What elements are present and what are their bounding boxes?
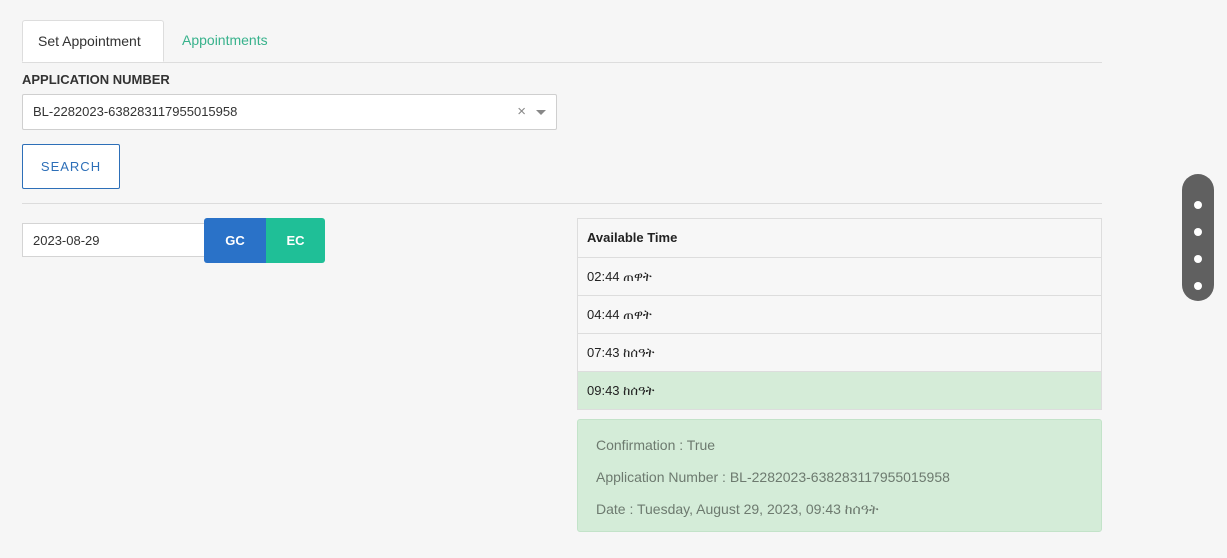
available-time-header: Available Time [578,219,1101,258]
search-button[interactable]: SEARCH [22,144,120,189]
time-slot-row[interactable]: 02:44 ጠዋት [578,258,1101,296]
application-number-value: BL-2282023-638283117955015958 [33,104,238,119]
available-time-table: Available Time 02:44 ጠዋት 04:44 ጠዋት 07:43… [577,218,1102,410]
tab-appointments[interactable]: Appointments [167,20,283,62]
section-dot-navigation [1182,174,1214,301]
application-number-select[interactable]: BL-2282023-638283117955015958 × [22,94,557,130]
time-slot-row-selected[interactable]: 09:43 ከሰዓት [578,372,1101,409]
gc-button[interactable]: GC [204,218,266,263]
ec-button[interactable]: EC [266,218,325,263]
confirmation-date: Date : Tuesday, August 29, 2023, 09:43 ከ… [596,501,879,517]
clear-icon[interactable]: × [517,95,526,129]
tab-set-appointment[interactable]: Set Appointment [22,20,164,62]
nav-dot-icon[interactable] [1194,255,1202,263]
chevron-down-icon[interactable] [536,110,546,115]
nav-dot-icon[interactable] [1194,228,1202,236]
confirmation-application-number: Application Number : BL-2282023-63828311… [596,469,950,485]
nav-dot-icon[interactable] [1194,282,1202,290]
time-slot-row[interactable]: 04:44 ጠዋት [578,296,1101,334]
confirmation-panel: Confirmation : True Application Number :… [577,419,1102,532]
date-input[interactable] [22,223,205,257]
time-slot-row[interactable]: 07:43 ከሰዓት [578,334,1101,372]
confirmation-status: Confirmation : True [596,437,716,453]
nav-dot-icon[interactable] [1194,201,1202,209]
divider [22,203,1102,204]
application-number-label: APPLICATION NUMBER [22,72,170,87]
tab-bar: Set Appointment Appointments [22,20,1102,63]
